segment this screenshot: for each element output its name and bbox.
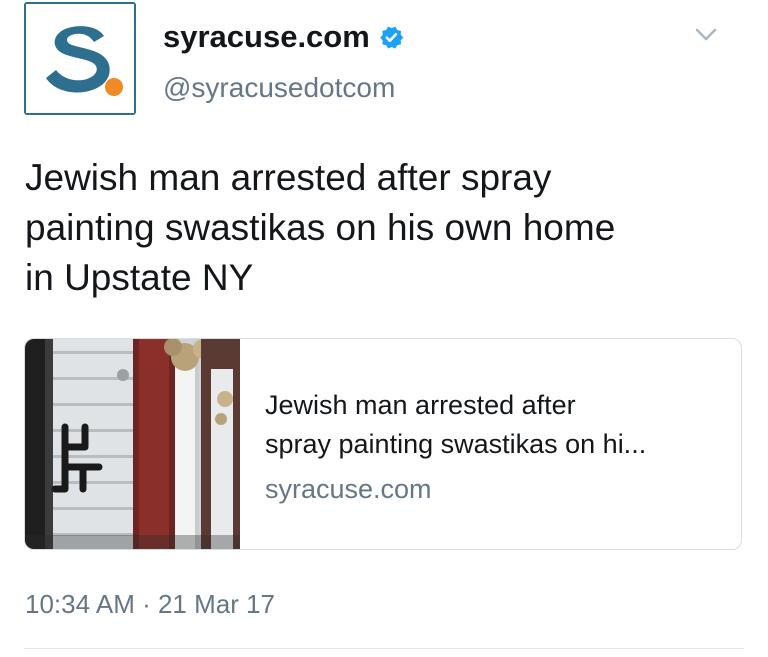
- author-display-name[interactable]: syracuse.com: [163, 18, 405, 56]
- link-preview-card[interactable]: Jewish man arrested after spray painting…: [24, 338, 742, 550]
- author-name-text: syracuse.com: [163, 19, 370, 54]
- tweet-timestamp[interactable]: 10:34 AM · 21 Mar 17: [25, 588, 275, 620]
- tweet-text: Jewish man arrested after spray painting…: [25, 153, 745, 303]
- card-domain: syracuse.com: [265, 474, 432, 504]
- card-title-line: Jewish man arrested after: [265, 390, 576, 420]
- card-title-line: spray painting swastikas on hi...: [265, 429, 647, 459]
- avatar[interactable]: [24, 2, 136, 115]
- card-title: Jewish man arrested after spray painting…: [265, 386, 725, 464]
- syracuse-logo-icon: [26, 4, 134, 113]
- chevron-down-icon[interactable]: [694, 26, 718, 44]
- house-graffiti-image-icon: [25, 339, 240, 549]
- divider: [24, 648, 744, 649]
- card-thumbnail: [25, 339, 240, 549]
- tweet-text-line: Jewish man arrested after spray: [25, 157, 552, 198]
- tweet-text-line: in Upstate NY: [25, 257, 254, 298]
- verified-badge-icon: [377, 23, 405, 51]
- tweet-text-line: painting swastikas on his own home: [25, 207, 616, 248]
- author-handle[interactable]: @syracusedotcom: [163, 70, 395, 106]
